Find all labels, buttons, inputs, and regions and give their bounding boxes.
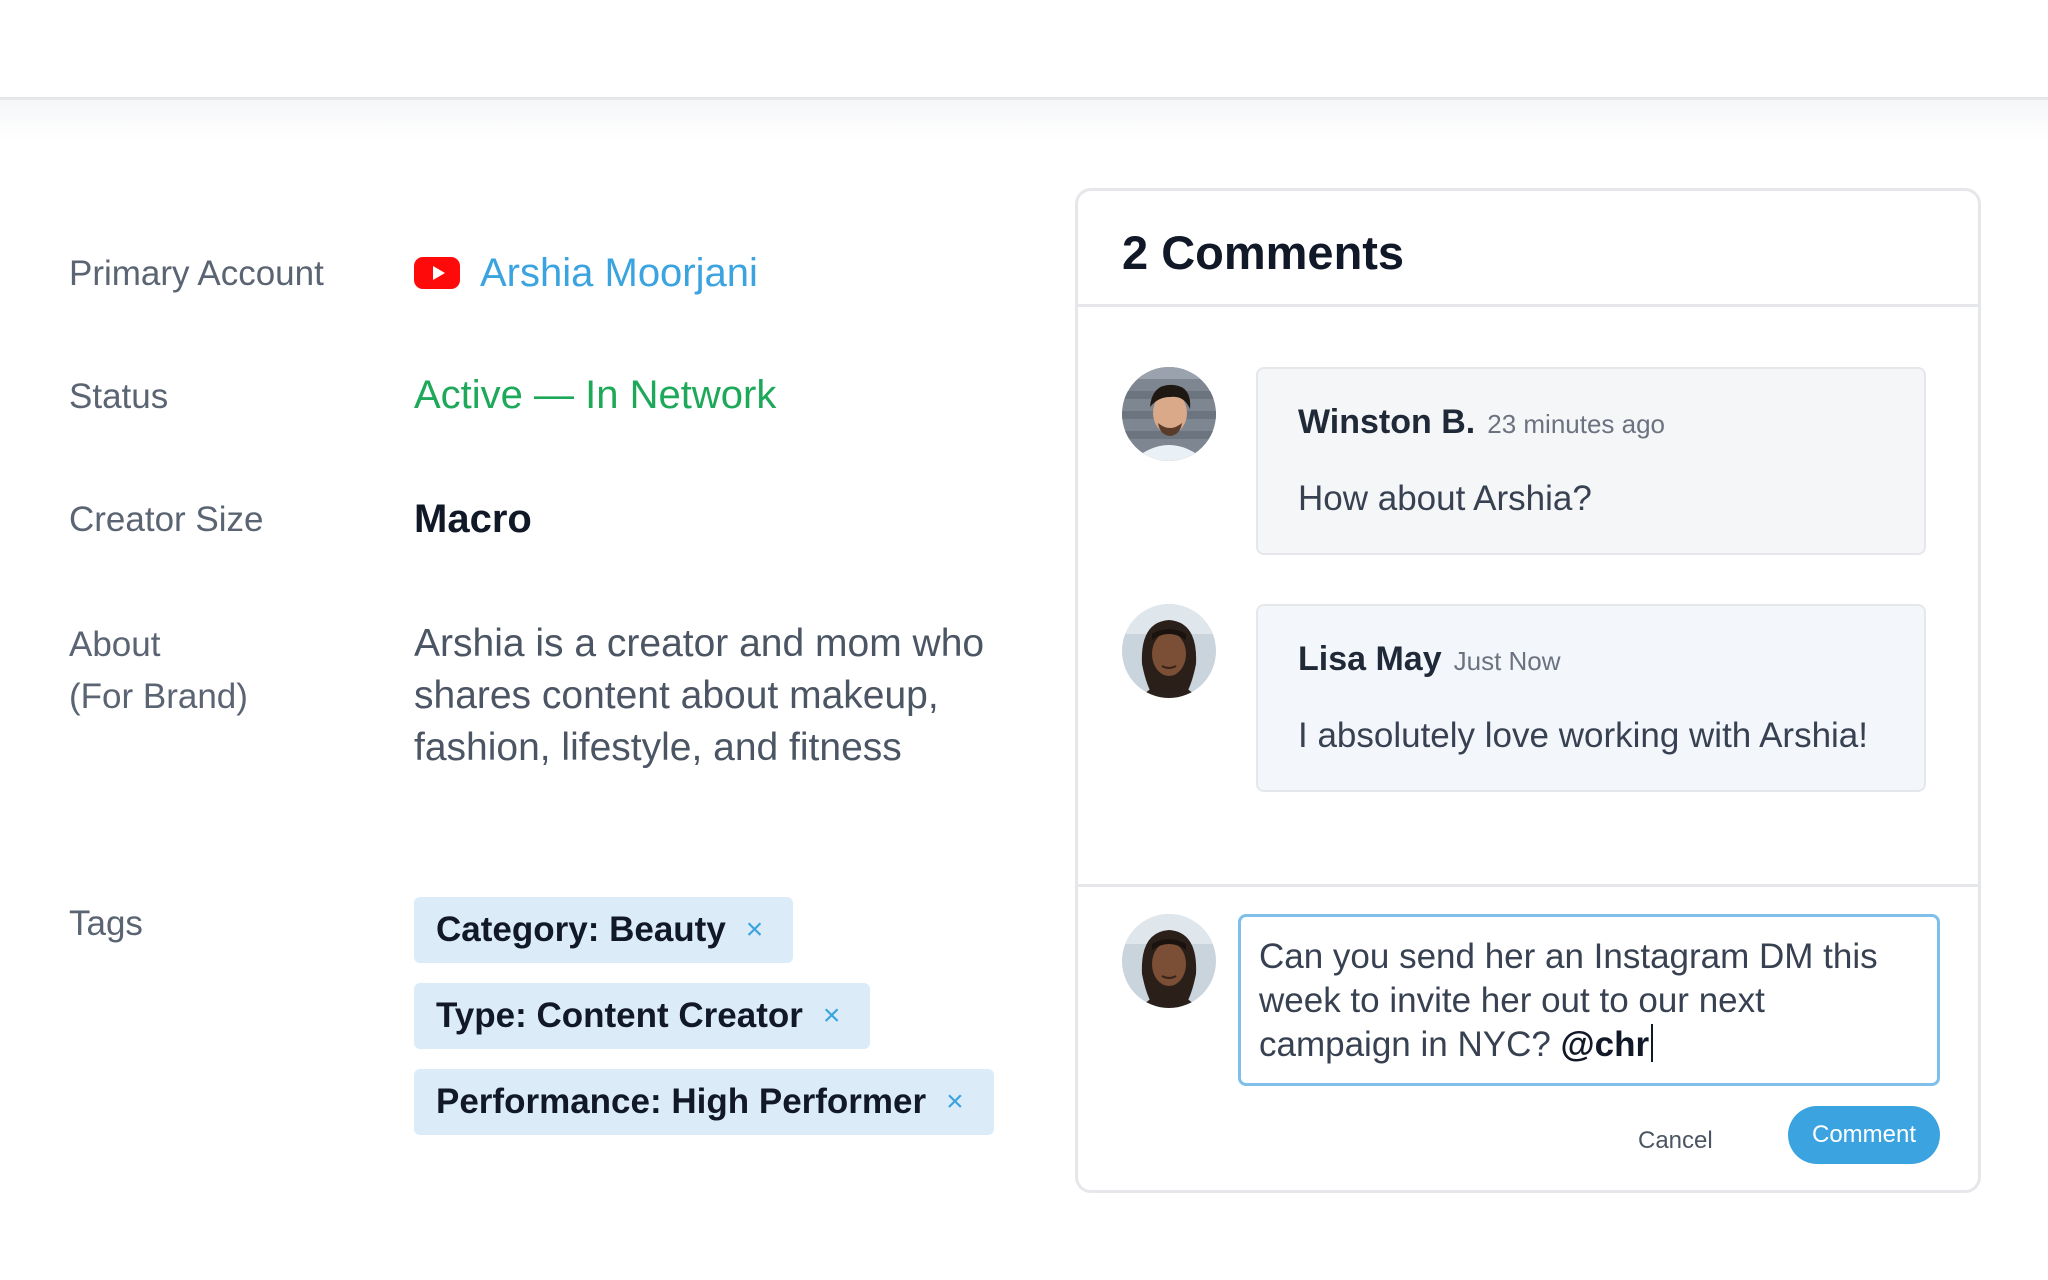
tag-chip: Category: Beauty ×: [414, 897, 794, 963]
primary-account-value[interactable]: Arshia Moorjani: [414, 247, 758, 299]
avatar: [1122, 367, 1216, 461]
avatar: [1122, 914, 1216, 1008]
comment-button[interactable]: Comment: [1788, 1106, 1940, 1164]
comment-input[interactable]: Can you send her an Instagram DM this we…: [1238, 914, 1940, 1086]
cancel-button[interactable]: Cancel: [1638, 1112, 1713, 1170]
comments-card: 2 Comments Winston B. 23 minutes ago How …: [1075, 188, 1981, 1193]
comments-title: 2 Comments: [1122, 226, 1405, 279]
about-value: Arshia is a creator and mom who shares c…: [414, 622, 985, 769]
avatar: [1122, 604, 1216, 698]
comment-text: I absolutely love working with Arshia!: [1298, 716, 1868, 755]
comment-time: Just Now: [1453, 646, 1561, 676]
about-label: About (For Brand): [69, 619, 248, 723]
youtube-icon: [414, 257, 460, 289]
close-icon[interactable]: ×: [823, 1001, 841, 1031]
primary-account-label: Primary Account: [69, 254, 324, 293]
text-caret: [1651, 1024, 1654, 1062]
top-bar-shadow: [0, 100, 2048, 140]
status-value: Active — In Network: [414, 373, 777, 417]
creator-size-label: Creator Size: [69, 500, 264, 539]
comment-bubble: Winston B. 23 minutes ago How about Arshi…: [1256, 367, 1926, 555]
tags-label: Tags: [69, 904, 143, 943]
account-name-link[interactable]: Arshia Moorjani: [480, 247, 758, 299]
mention-text: @chr: [1560, 1025, 1650, 1064]
tag-label: Category: Beauty: [436, 910, 726, 949]
tag-label: Performance: High Performer: [436, 1082, 927, 1121]
comment-author: Winston B. 23 minutes ago: [1298, 403, 1665, 442]
status-label: Status: [69, 377, 169, 416]
compose-divider: [1078, 884, 1978, 887]
author-name: Lisa May: [1298, 640, 1442, 678]
comment-author: Lisa May Just Now: [1298, 640, 1561, 679]
comment-text: How about Arshia?: [1298, 479, 1592, 518]
tag-chip: Performance: High Performer ×: [414, 1069, 994, 1135]
close-icon[interactable]: ×: [946, 1087, 964, 1117]
comments-header: 2 Comments: [1078, 191, 1978, 307]
tag-list: Category: Beauty × Type: Content Creator…: [414, 897, 994, 1135]
about-label-line1: About: [69, 625, 161, 664]
close-icon[interactable]: ×: [746, 915, 764, 945]
tag-chip: Type: Content Creator ×: [414, 983, 871, 1049]
top-bar: [0, 0, 2048, 100]
tag-label: Type: Content Creator: [436, 996, 803, 1035]
comment-time: 23 minutes ago: [1487, 409, 1666, 439]
creator-size-value: Macro: [414, 497, 532, 541]
comment-bubble: Lisa May Just Now I absolutely love worki…: [1256, 604, 1926, 792]
author-name: Winston B.: [1298, 403, 1476, 441]
about-label-line2: (For Brand): [69, 677, 248, 716]
